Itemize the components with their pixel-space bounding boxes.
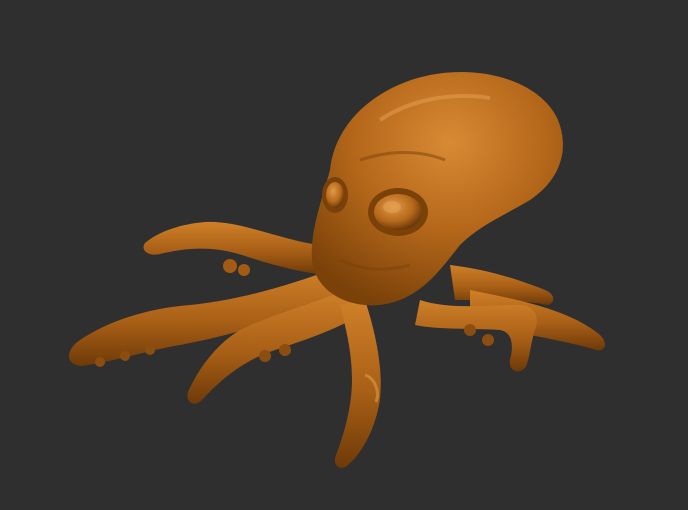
- eye-right: [368, 188, 428, 236]
- eye-left: [322, 177, 348, 213]
- arm-front-center: [334, 300, 381, 468]
- 3d-viewport[interactable]: [0, 0, 688, 510]
- octopus-model[interactable]: [0, 0, 688, 510]
- arm-front-right: [415, 300, 537, 372]
- octopus-body: [311, 72, 563, 306]
- arm-back-left: [143, 221, 325, 276]
